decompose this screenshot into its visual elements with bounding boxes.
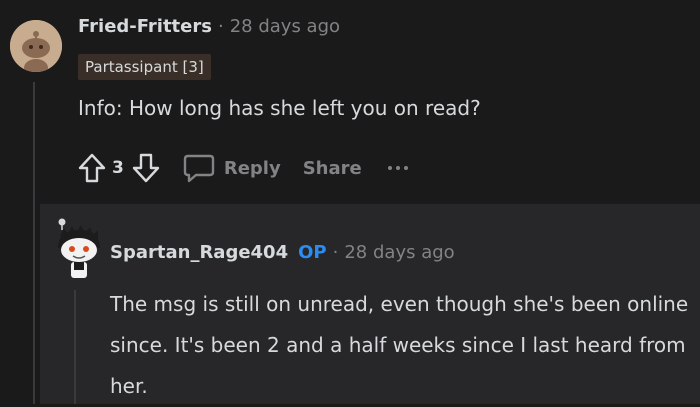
user-flair: Partassipant [3] [78,54,211,80]
snoo-avatar-icon [58,218,100,278]
thread-line[interactable] [33,82,35,404]
share-button[interactable]: Share [303,158,362,179]
comment-actions: 3 Reply Share [74,150,408,186]
vote-score: 3 [112,158,124,178]
user-avatar[interactable] [50,218,108,280]
separator-dot: · [332,242,339,263]
downvote-arrow-icon [132,153,160,183]
comment-body: Info: How long has she left you on read? [78,96,481,120]
comment-header: Fried-Fritters · 28 days ago [78,16,340,37]
username[interactable]: Fried-Fritters [78,16,212,37]
username[interactable]: Spartan_Rage404 [110,242,288,263]
timestamp[interactable]: 28 days ago [344,242,454,263]
reply-label: Reply [223,157,281,179]
upvote-button[interactable] [74,150,110,186]
comment-header: Spartan_Rage404 OP · 28 days ago [110,242,455,263]
comment-bubble-icon [183,154,215,183]
user-avatar[interactable] [10,20,62,72]
op-badge: OP [298,242,327,263]
comment-body: The msg is still on unread, even though … [110,292,689,398]
upvote-arrow-icon [78,153,106,183]
timestamp[interactable]: 28 days ago [230,16,340,37]
reply-button[interactable]: Reply [182,152,281,184]
downvote-button[interactable] [128,150,164,186]
share-label: Share [302,157,362,179]
thread-line[interactable] [74,290,76,404]
more-options-icon[interactable] [387,166,408,170]
snoo-avatar-icon [10,20,62,72]
separator-dot: · [217,16,224,37]
